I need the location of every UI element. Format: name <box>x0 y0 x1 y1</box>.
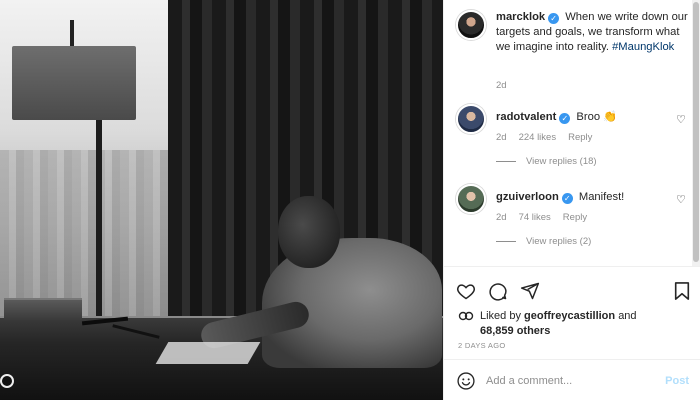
view-replies-line <box>496 161 516 162</box>
liked-by-others[interactable]: 68,859 others <box>480 325 550 337</box>
comment-icon[interactable] <box>488 281 508 301</box>
comment-age[interactable]: 2d <box>496 212 507 223</box>
view-replies-button[interactable]: View replies (2) <box>496 236 591 247</box>
comment-text: radotvalent ✓ Broo 👏 <box>496 110 617 134</box>
post-caption: marcklok ✓ When we write down our targets… <box>456 10 690 55</box>
city-view <box>0 150 180 320</box>
add-comment-bar: Post <box>444 359 700 400</box>
post-actions: Liked by geoffreycastillion and 68,859 o… <box>444 266 700 400</box>
books <box>4 298 82 320</box>
posted-time[interactable]: 2 DAYS AGO <box>458 341 505 350</box>
comment-like-heart-icon[interactable]: ♡ <box>676 114 688 126</box>
author-username[interactable]: marcklok <box>496 11 545 23</box>
commenter-avatar[interactable] <box>456 184 486 214</box>
liked-by-prefix: Liked by <box>480 310 521 322</box>
commenter-avatar[interactable] <box>456 104 486 134</box>
heart-icon[interactable] <box>456 281 476 301</box>
view-replies-button[interactable]: View replies (18) <box>496 156 597 167</box>
comment-item: gzuiverloon ✓ Manifest! ♡ 2d 74 likes Rep… <box>456 184 690 247</box>
scrollbar-thumb[interactable] <box>693 2 699 262</box>
paper <box>155 342 261 364</box>
comment-username[interactable]: radotvalent <box>496 111 556 123</box>
comment-meta: 2d 224 likes Reply <box>496 132 592 143</box>
author-avatar[interactable] <box>456 10 486 40</box>
comment-username[interactable]: gzuiverloon <box>496 191 559 203</box>
comment-body: Manifest! <box>578 191 625 203</box>
liked-by-avatars-icon <box>458 311 474 321</box>
instagram-post-view: marcklok ✓ When we write down our targets… <box>0 0 700 400</box>
verified-badge-icon: ✓ <box>559 113 571 124</box>
verified-badge-icon: ✓ <box>561 193 573 204</box>
clap-emoji-icon: 👏 <box>603 111 618 123</box>
add-comment-input[interactable] <box>486 374 666 387</box>
emoji-icon[interactable] <box>456 371 476 391</box>
caption-text: marcklok ✓ When we write down our targets… <box>496 10 690 55</box>
comments-scroll-area[interactable]: marcklok ✓ When we write down our targets… <box>444 0 693 266</box>
lamp-shade <box>12 46 136 120</box>
reply-button[interactable]: Reply <box>568 132 592 143</box>
reply-button[interactable]: Reply <box>563 212 587 223</box>
comment-likes[interactable]: 224 likes <box>519 132 557 143</box>
scrollbar[interactable] <box>692 0 700 266</box>
comment-age[interactable]: 2d <box>496 132 507 143</box>
user-tag-icon[interactable] <box>0 374 14 388</box>
liked-by-and: and <box>618 310 637 322</box>
comment-like-heart-icon[interactable]: ♡ <box>676 194 688 206</box>
share-icon[interactable] <box>520 281 540 301</box>
verified-badge-icon: ✓ <box>548 13 560 24</box>
liked-by-text: Liked by geoffreycastillion and 68,859 o… <box>480 309 637 339</box>
liked-by-user[interactable]: geoffreycastillion <box>524 310 615 322</box>
post-photo[interactable] <box>0 0 443 400</box>
view-replies-line <box>496 241 516 242</box>
comment-body: Broo <box>576 111 601 123</box>
action-icons <box>456 281 540 301</box>
bookmark-icon[interactable] <box>673 281 691 301</box>
hashtag-link[interactable]: #MaungKlok <box>612 41 674 53</box>
comment-meta: 2d 74 likes Reply <box>496 212 587 223</box>
liked-by: Liked by geoffreycastillion and 68,859 o… <box>458 309 637 339</box>
caption-age[interactable]: 2d <box>496 80 507 91</box>
person-head <box>278 196 340 268</box>
comment-likes[interactable]: 74 likes <box>519 212 551 223</box>
post-comment-button[interactable]: Post <box>665 375 689 387</box>
comment-text: gzuiverloon ✓ Manifest! <box>496 190 624 214</box>
post-side-panel: marcklok ✓ When we write down our targets… <box>443 0 700 400</box>
lamp-pole <box>96 120 102 320</box>
view-replies-label: View replies (2) <box>526 236 592 247</box>
comment-item: radotvalent ✓ Broo 👏 ♡ 2d 224 likes Reply… <box>456 104 690 167</box>
view-replies-label: View replies (18) <box>526 156 597 167</box>
